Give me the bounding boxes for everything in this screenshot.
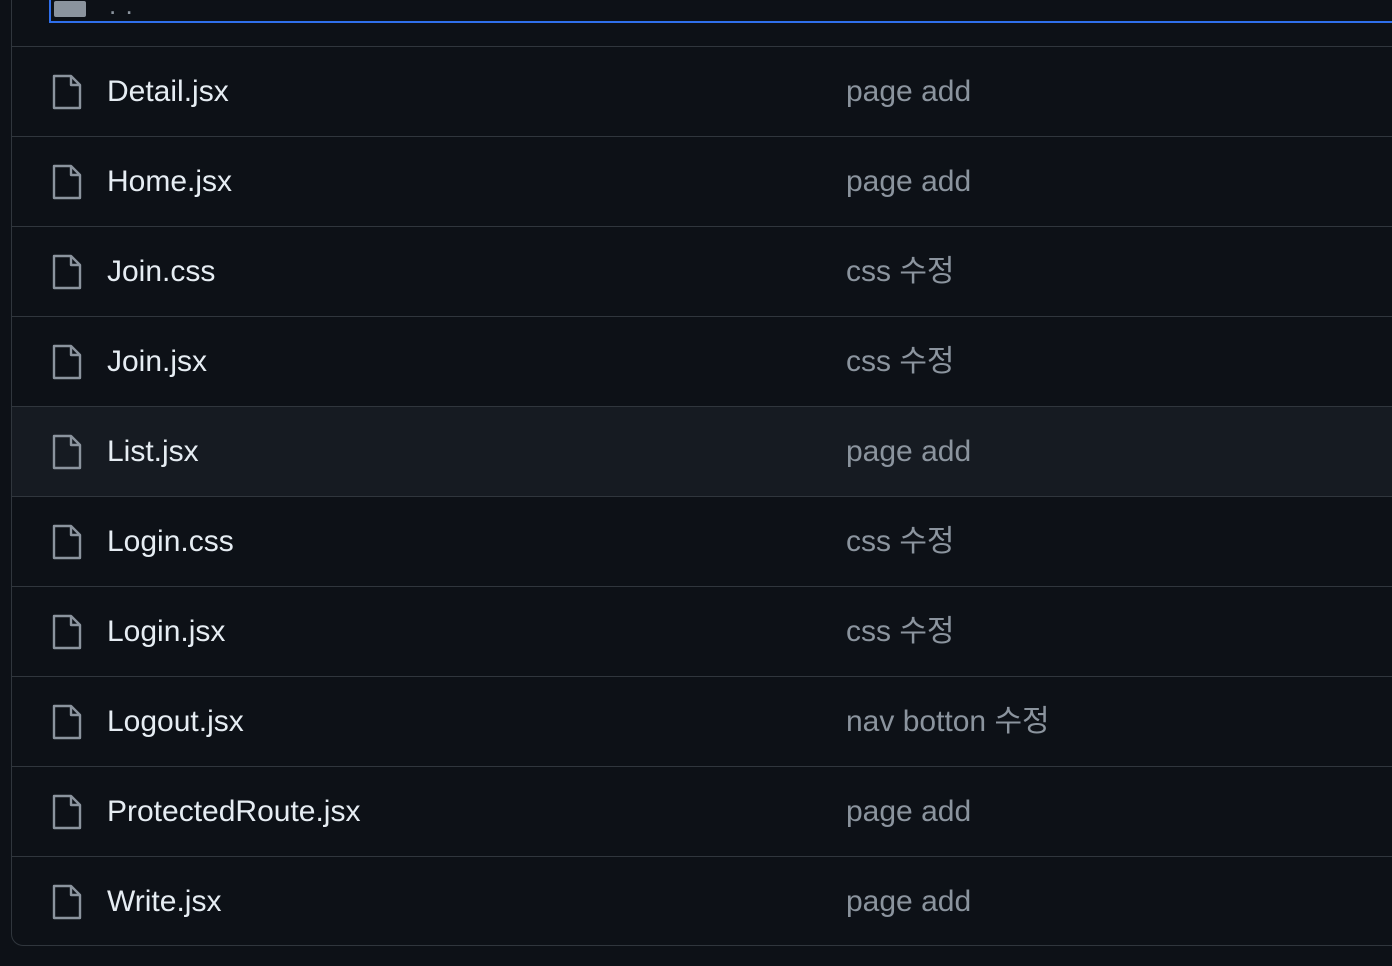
file-name-link[interactable]: Home.jsx [107, 164, 232, 200]
commit-message-link[interactable]: css 수정 [846, 614, 955, 650]
file-row[interactable]: List.jsx page add [12, 406, 1392, 496]
file-icon [52, 794, 82, 830]
file-name-link[interactable]: ProtectedRoute.jsx [107, 794, 360, 830]
parent-directory-link[interactable]: . . [109, 0, 134, 18]
commit-message-link[interactable]: nav botton 수정 [846, 704, 1050, 740]
commit-message-link[interactable]: page add [846, 884, 971, 920]
file-name-link[interactable]: List.jsx [107, 434, 199, 470]
commit-message-link[interactable]: page add [846, 794, 971, 830]
file-row[interactable]: Logout.jsx nav botton 수정 [12, 676, 1392, 766]
file-icon [52, 74, 82, 110]
file-name-link[interactable]: Join.css [107, 254, 215, 290]
file-name-link[interactable]: Logout.jsx [107, 704, 244, 740]
file-icon [52, 254, 82, 290]
file-row[interactable]: ProtectedRoute.jsx page add [12, 766, 1392, 856]
file-icon [52, 704, 82, 740]
file-row[interactable]: Login.jsx css 수정 [12, 586, 1392, 676]
file-row[interactable]: Join.jsx css 수정 [12, 316, 1392, 406]
file-row[interactable]: Login.css css 수정 [12, 496, 1392, 586]
commit-message-link[interactable]: css 수정 [846, 254, 955, 290]
commit-message-link[interactable]: page add [846, 74, 971, 110]
folder-icon [54, 1, 86, 17]
commit-message-link[interactable]: page add [846, 434, 971, 470]
file-name-link[interactable]: Login.css [107, 524, 234, 560]
parent-directory-row[interactable]: . . [49, 0, 1392, 23]
file-icon [52, 434, 82, 470]
file-table: . . Detail.jsx page add Home.jsx page ad… [11, 0, 1392, 946]
file-icon [52, 884, 82, 920]
file-name-link[interactable]: Login.jsx [107, 614, 225, 650]
file-name-link[interactable]: Write.jsx [107, 884, 221, 920]
commit-message-link[interactable]: page add [846, 164, 971, 200]
file-row[interactable]: Join.css css 수정 [12, 226, 1392, 316]
file-icon [52, 164, 82, 200]
file-row[interactable]: Detail.jsx page add [12, 46, 1392, 136]
commit-message-link[interactable]: css 수정 [846, 524, 955, 560]
file-icon [52, 524, 82, 560]
file-name-link[interactable]: Join.jsx [107, 344, 207, 380]
commit-message-link[interactable]: css 수정 [846, 344, 955, 380]
file-list: Detail.jsx page add Home.jsx page add Jo… [12, 46, 1392, 946]
file-row[interactable]: Write.jsx page add [12, 856, 1392, 946]
file-row[interactable]: Home.jsx page add [12, 136, 1392, 226]
file-icon [52, 614, 82, 650]
file-name-link[interactable]: Detail.jsx [107, 74, 229, 110]
file-icon [52, 344, 82, 380]
